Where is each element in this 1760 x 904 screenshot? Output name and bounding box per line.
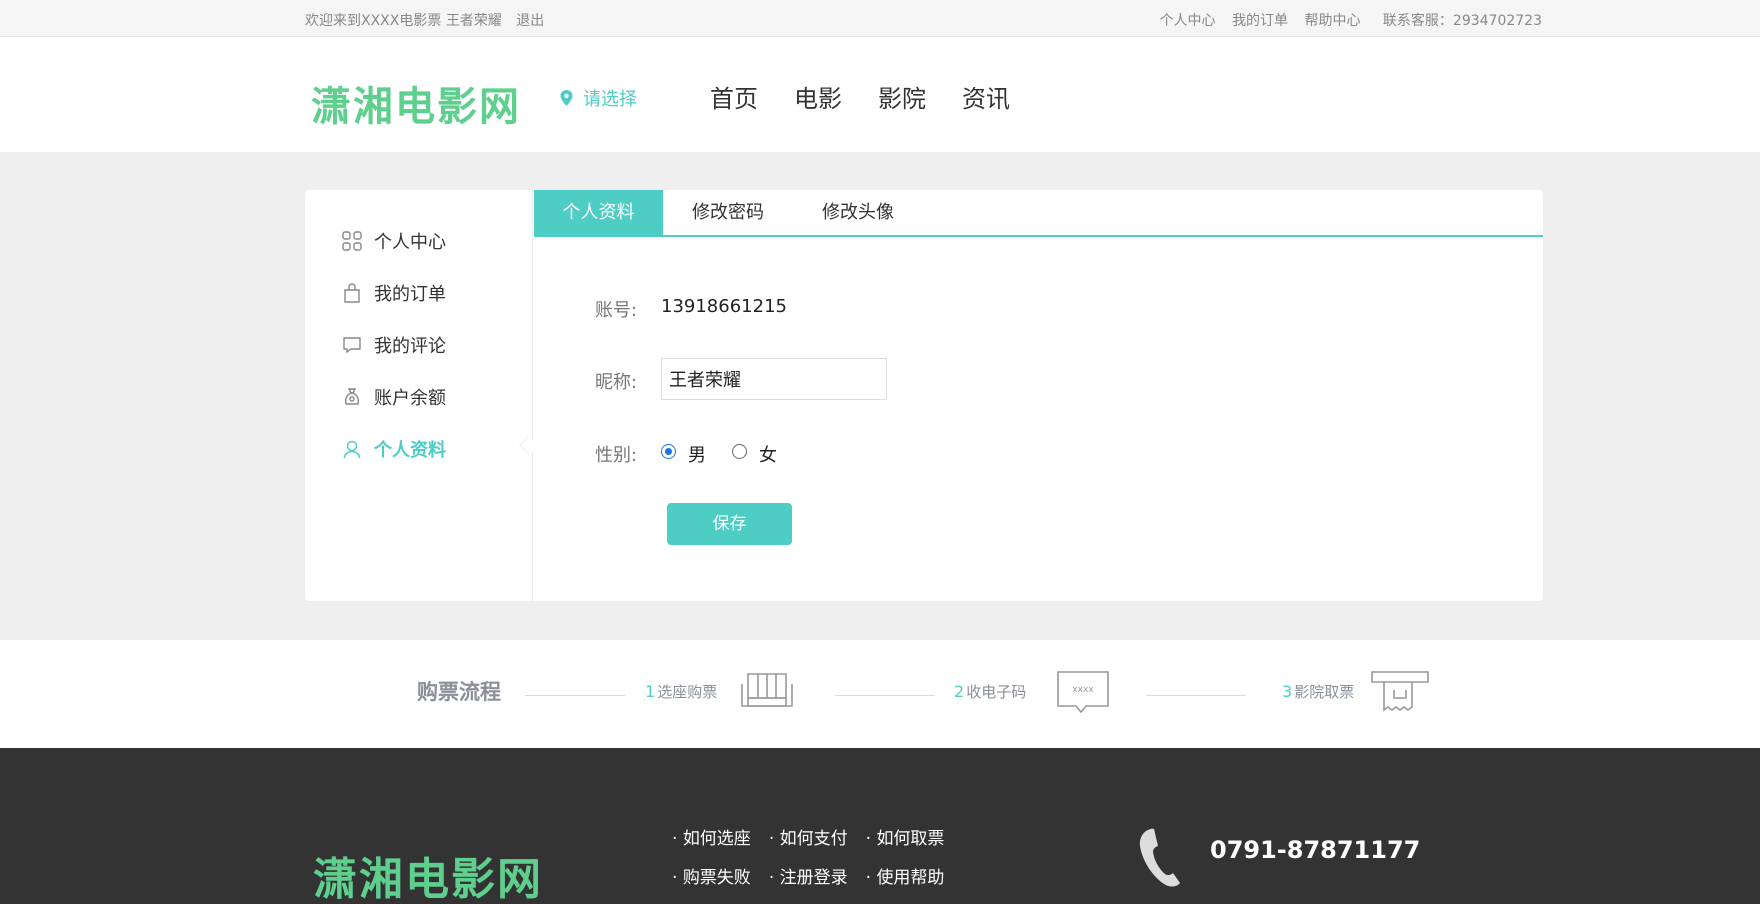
tab-bar: 个人资料 修改密码 修改头像 [534,190,1543,237]
footer: 潇湘电影网 如何选座 如何支付 如何取票 购票失败 注册登录 使用帮助 0791… [0,748,1760,904]
process-divider [525,695,625,696]
gender-male-radio[interactable] [661,444,676,459]
process-step-1: 1 选座购票 [645,681,717,702]
account-label: 账号: [595,300,638,321]
ticket-machine-icon [1371,671,1429,712]
step-label: 影院取票 [1294,683,1355,701]
top-bar: 欢迎来到XXXX电影票 王者荣耀 退出 个人中心 我的订单 帮助中心 联系客服：… [0,0,1760,37]
gender-female-radio[interactable] [732,444,747,459]
process-step-3: 3 影院取票 [1282,681,1354,702]
footer-link-pickup[interactable]: 如何取票 [866,824,944,849]
footer-link-payment[interactable]: 如何支付 [769,824,848,849]
nav-cinemas[interactable]: 影院 [878,79,926,114]
footer-links: 如何选座 如何支付 如何取票 购票失败 注册登录 使用帮助 [672,824,945,888]
gender-male-label: 男 [688,445,706,466]
tab-change-avatar[interactable]: 修改头像 [793,190,923,235]
nav-movies[interactable]: 电影 [794,79,842,114]
sidebar-item-my-comments[interactable]: 我的评论 [342,332,446,358]
footer-link-purchase-fail[interactable]: 购票失败 [672,863,751,888]
comment-icon [342,335,362,355]
city-selector[interactable]: 请选择 [560,85,637,111]
sidebar-item-my-orders[interactable]: 我的订单 [342,280,446,306]
money-bag-icon [342,387,362,407]
gender-label: 性别: [595,445,638,466]
site-logo[interactable]: 潇湘电影网 [311,74,521,132]
nav-news[interactable]: 资讯 [962,79,1010,114]
footer-link-help[interactable]: 使用帮助 [866,863,944,888]
tab-change-password[interactable]: 修改密码 [663,190,793,235]
gender-female-label: 女 [759,445,777,466]
step-number: 3 [1282,682,1293,701]
process-step-2: 2 收电子码 [954,681,1026,702]
grid-icon [342,231,362,251]
step-label: 选座购票 [657,683,718,701]
profile-panel: 个人中心 我的订单 我的评论 账户余额 个人资料 个人资料 修改密码 修改头像 … [305,190,1543,601]
nav-home[interactable]: 首页 [710,79,758,114]
location-pin-icon [560,90,573,106]
message-code-icon: xxxx [1057,671,1109,714]
top-link-help[interactable]: 帮助中心 [1304,13,1360,29]
process-divider [1146,695,1246,696]
sidebar-item-label: 我的订单 [374,284,446,305]
footer-logo: 潇湘电影网 [313,854,543,904]
user-icon [342,439,362,459]
sidebar-item-label: 账户余额 [374,388,446,409]
sidebar: 个人中心 我的订单 我的评论 账户余额 个人资料 [305,190,533,601]
sidebar-item-profile[interactable]: 个人资料 [342,436,446,462]
process-divider [835,695,935,696]
main-nav: 首页 电影 影院 资讯 [710,79,1010,114]
footer-link-choose-seat[interactable]: 如何选座 [672,824,751,849]
welcome-text: 欢迎来到XXXX电影票 王者荣耀 [305,13,502,29]
step-number: 2 [954,682,965,701]
code-text: xxxx [1072,685,1094,695]
sidebar-item-user-center[interactable]: 个人中心 [342,228,446,254]
ticket-process: 购票流程 1 选座购票 2 收电子码 xxxx 3 影院取票 [0,640,1760,748]
phone-icon [1139,828,1180,887]
sidebar-item-label: 个人资料 [374,440,446,461]
nickname-input[interactable] [661,358,887,400]
process-title: 购票流程 [417,680,501,704]
account-value: 13918661215 [661,296,787,317]
logout-link[interactable]: 退出 [516,13,544,29]
step-label: 收电子码 [966,683,1027,701]
header: 潇湘电影网 请选择 首页 电影 影院 资讯 [0,37,1760,152]
nickname-label: 昵称: [595,372,638,393]
step-number: 1 [645,682,656,701]
city-label: 请选择 [583,89,637,110]
seat-icon [741,673,793,707]
top-link-user-center[interactable]: 个人中心 [1160,13,1216,29]
service-contact: 联系客服：2934702723 [1382,13,1542,29]
tab-profile[interactable]: 个人资料 [534,190,663,235]
footer-link-register-login[interactable]: 注册登录 [769,863,848,888]
bag-icon [342,283,362,303]
sidebar-item-label: 个人中心 [374,232,446,253]
sidebar-item-label: 我的评论 [374,336,446,357]
footer-phone: 0791-87871177 [1210,836,1421,864]
top-link-my-orders[interactable]: 我的订单 [1232,13,1288,29]
sidebar-item-balance[interactable]: 账户余额 [342,384,446,410]
save-button[interactable]: 保存 [667,503,792,545]
